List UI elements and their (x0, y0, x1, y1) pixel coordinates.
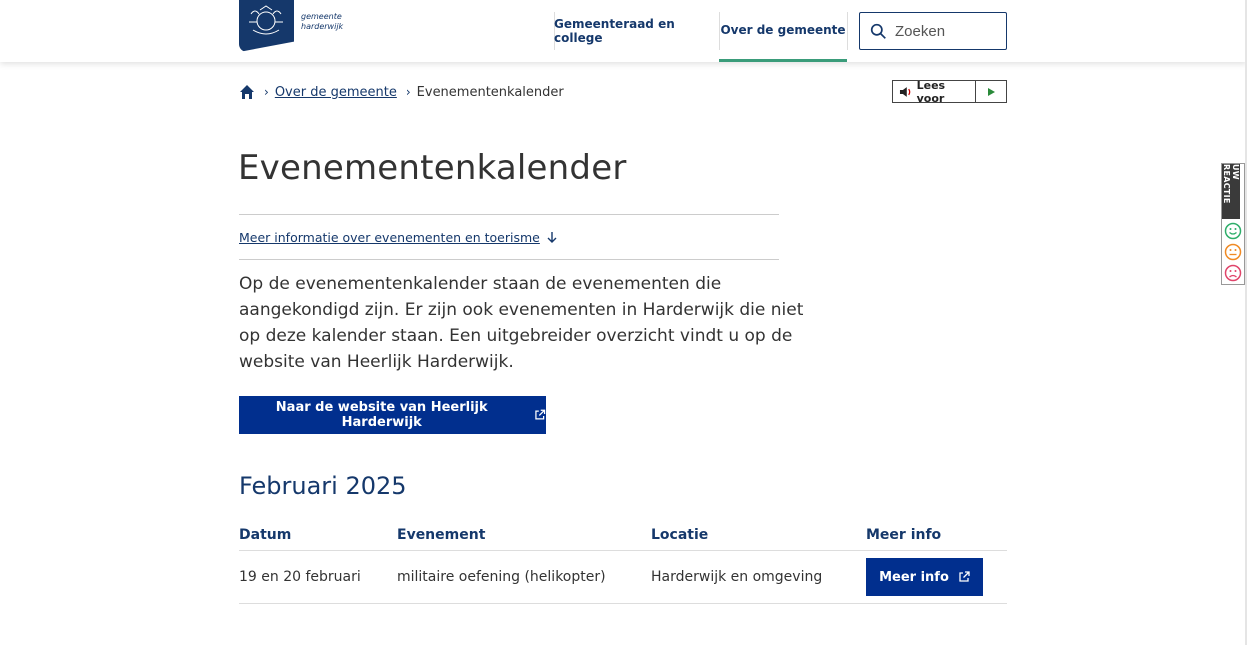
gemeente-harderwijk-logo[interactable]: gemeente harderwijk (239, 0, 349, 52)
anchor-link-evenementen-toerisme[interactable]: Meer informatie over evenementen en toer… (239, 230, 540, 245)
month-heading: Februari 2025 (239, 472, 407, 500)
cell-evenement: militaire oefening (helikopter) (397, 569, 606, 585)
arrow-down-icon (547, 231, 557, 243)
nav-item-over-de-gemeente[interactable]: Over de gemeente (719, 0, 847, 62)
nav-item-label: Gemeenteraad en college (554, 17, 675, 45)
button-label: Naar de website van Heerlijk Harderwijk (275, 400, 488, 430)
read-aloud-button[interactable]: Lees voor (893, 78, 976, 105)
anchor-link-box: Meer informatie over evenementen en toer… (239, 214, 779, 260)
button-label: Meer info (879, 569, 949, 585)
logo-emblem (239, 0, 294, 52)
column-header-datum: Datum (239, 527, 292, 543)
breadcrumb: › Over de gemeente › Evenementenkalender (239, 84, 564, 100)
cell-locatie: Harderwijk en omgeving (651, 569, 823, 585)
search-box[interactable] (859, 12, 1007, 50)
intro-text: Op de evenementenkalender staan de evene… (239, 274, 804, 372)
external-link-icon (535, 409, 546, 420)
meer-info-button[interactable]: Meer info (866, 558, 983, 596)
breadcrumb-link-over-de-gemeente[interactable]: Over de gemeente (275, 85, 397, 100)
column-header-evenement: Evenement (397, 527, 486, 543)
feedback-label: UW REACTIE (1222, 164, 1240, 219)
table-header-row: Datum Evenement Locatie Meer info (239, 520, 1007, 551)
search-input[interactable] (895, 22, 995, 40)
nav-item-label: Over de gemeente (720, 22, 846, 37)
logo-wordmark: gemeente harderwijk (301, 12, 343, 32)
chevron-right-icon: › (264, 85, 269, 99)
speaker-icon (899, 86, 911, 97)
chevron-right-icon: › (405, 85, 411, 99)
play-icon (988, 87, 995, 96)
logo-text-line2: harderwijk (301, 22, 344, 31)
read-aloud-label: Lees voor (916, 78, 946, 105)
heerlijk-harderwijk-button[interactable]: Naar de website van Heerlijk Harderwijk (239, 396, 546, 434)
logo-text-line1: gemeente (301, 12, 342, 21)
nav-item-gemeenteraad-en-college[interactable]: Gemeenteraad en college (554, 0, 719, 62)
cell-datum: 19 en 20 februari (239, 569, 361, 585)
feedback-widget[interactable]: UW REACTIE (1221, 163, 1245, 285)
column-header-locatie: Locatie (651, 527, 709, 543)
table-row: 19 en 20 februari militaire oefening (he… (239, 551, 1007, 604)
breadcrumb-current: Evenementenkalender (416, 84, 564, 100)
cell-meer-info: Meer info (866, 551, 983, 603)
external-link-icon (959, 571, 970, 582)
nav-divider (847, 12, 848, 50)
events-table: Datum Evenement Locatie Meer info 19 en … (239, 520, 1007, 604)
sad-face-icon[interactable] (1224, 264, 1242, 282)
page-title: Evenementenkalender (238, 148, 627, 188)
play-button[interactable] (976, 81, 1006, 102)
top-navigation-bar: gemeente harderwijk Gemeenteraad en coll… (0, 0, 1247, 62)
read-aloud-widget: Lees voor (892, 78, 1007, 105)
search-icon[interactable] (870, 23, 887, 40)
column-header-meer-info: Meer info (866, 527, 942, 543)
happy-face-icon[interactable] (1224, 222, 1242, 240)
neutral-face-icon[interactable] (1224, 243, 1242, 261)
home-icon[interactable] (239, 84, 255, 100)
